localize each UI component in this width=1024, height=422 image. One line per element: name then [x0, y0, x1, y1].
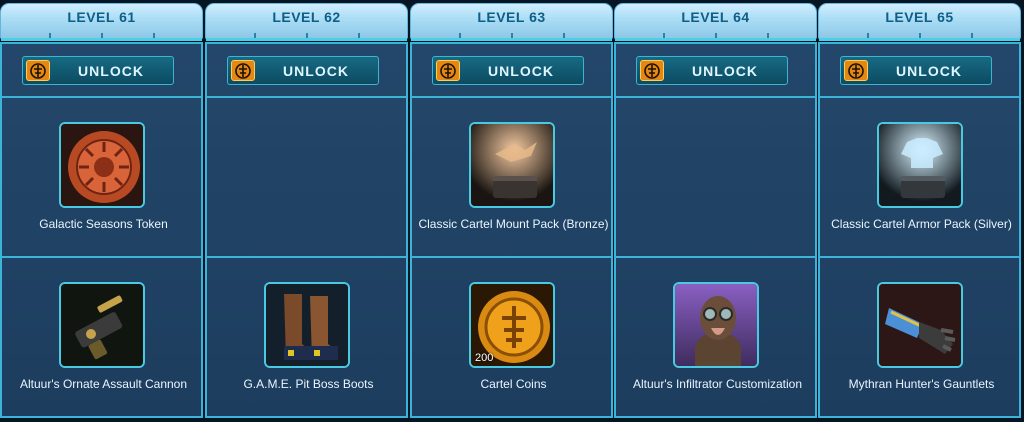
progress-line — [206, 38, 407, 41]
cartel-coins-icon: 200 — [469, 282, 555, 368]
infiltrator-customization-icon — [673, 282, 759, 368]
level-header: LEVEL 61 — [0, 3, 203, 41]
unlock-label: UNLOCK — [896, 63, 962, 79]
level-title: LEVEL 65 — [885, 9, 954, 25]
level-column: LEVEL 65 UNLOCK Classic Cartel Armor Pac… — [818, 0, 1021, 418]
progress-line — [1, 38, 202, 41]
item-quantity: 200 — [475, 352, 494, 364]
item-name: Classic Cartel Mount Pack (Bronze) — [418, 217, 609, 231]
reward-slot[interactable]: Altuur's Infiltrator Customization — [616, 258, 815, 416]
cartel-coin-icon — [231, 60, 255, 81]
empty-reward-slot — [616, 98, 815, 256]
level-title: LEVEL 63 — [477, 9, 546, 25]
boots-icon — [264, 282, 350, 368]
level-header: LEVEL 65 — [818, 3, 1021, 41]
gauntlets-icon — [877, 282, 963, 368]
level-column: LEVEL 62 UNLOCK G.A.M.E. Pit Boss Boots — [205, 0, 408, 418]
item-name: Mythran Hunter's Gauntlets — [848, 377, 995, 391]
cartel-coin-icon — [640, 60, 664, 81]
unlock-button[interactable]: UNLOCK — [227, 56, 379, 85]
level-column: LEVEL 61 UNLOCK Galactic Seasons Token A… — [0, 0, 203, 418]
cartel-coin-icon — [26, 60, 50, 81]
unlock-label: UNLOCK — [283, 63, 349, 79]
level-column: LEVEL 64 UNLOCK Altuur's Infiltrator Cus… — [614, 0, 817, 418]
reward-slot[interactable]: Galactic Seasons Token — [2, 98, 201, 256]
progress-line — [411, 38, 612, 41]
unlock-label: UNLOCK — [692, 63, 758, 79]
cartel-coin-icon — [436, 60, 460, 81]
unlock-button[interactable]: UNLOCK — [636, 56, 788, 85]
item-name: Cartel Coins — [480, 377, 547, 391]
unlock-button[interactable]: UNLOCK — [432, 56, 584, 85]
item-name: Altuur's Infiltrator Customization — [632, 377, 803, 391]
progress-line — [615, 38, 816, 41]
reward-panel: UNLOCK Classic Cartel Mount Pack (Bronze… — [410, 42, 613, 418]
empty-reward-slot — [207, 98, 406, 256]
reward-panel: UNLOCK Altuur's Infiltrator Customizatio… — [614, 42, 817, 418]
item-name: G.A.M.E. Pit Boss Boots — [243, 377, 374, 391]
reward-slot[interactable]: Classic Cartel Armor Pack (Silver) — [820, 98, 1019, 256]
level-header: LEVEL 62 — [205, 3, 408, 41]
item-name: Classic Cartel Armor Pack (Silver) — [831, 217, 1012, 231]
level-rewards-grid: LEVEL 61 UNLOCK Galactic Seasons Token A… — [0, 0, 1024, 422]
unlock-label: UNLOCK — [488, 63, 554, 79]
unlock-label: UNLOCK — [78, 63, 144, 79]
reward-slot[interactable]: Classic Cartel Mount Pack (Bronze) — [412, 98, 611, 256]
unlock-button[interactable]: UNLOCK — [840, 56, 992, 85]
reward-panel: UNLOCK Classic Cartel Armor Pack (Silver… — [818, 42, 1021, 418]
level-header: LEVEL 63 — [410, 3, 613, 41]
progress-line — [819, 38, 1020, 41]
reward-panel: UNLOCK G.A.M.E. Pit Boss Boots — [205, 42, 408, 418]
level-header: LEVEL 64 — [614, 3, 817, 41]
cartel-coin-icon — [844, 60, 868, 81]
reward-panel: UNLOCK Galactic Seasons Token Altuur's O… — [0, 42, 203, 418]
reward-slot[interactable]: G.A.M.E. Pit Boss Boots — [207, 258, 406, 416]
item-name: Galactic Seasons Token — [39, 217, 168, 231]
level-title: LEVEL 64 — [681, 9, 750, 25]
mount-pack-icon — [469, 122, 555, 208]
armor-pack-icon — [877, 122, 963, 208]
level-title: LEVEL 62 — [272, 9, 341, 25]
seasons-token-icon — [59, 122, 145, 208]
reward-slot[interactable]: 200 Cartel Coins — [412, 258, 611, 416]
unlock-button[interactable]: UNLOCK — [22, 56, 174, 85]
item-name: Altuur's Ornate Assault Cannon — [19, 377, 188, 391]
assault-cannon-icon — [59, 282, 145, 368]
level-column: LEVEL 63 UNLOCK Classic Cartel Mount Pac… — [410, 0, 613, 418]
level-title: LEVEL 61 — [67, 9, 136, 25]
reward-slot[interactable]: Altuur's Ornate Assault Cannon — [2, 258, 201, 416]
reward-slot[interactable]: Mythran Hunter's Gauntlets — [820, 258, 1019, 416]
